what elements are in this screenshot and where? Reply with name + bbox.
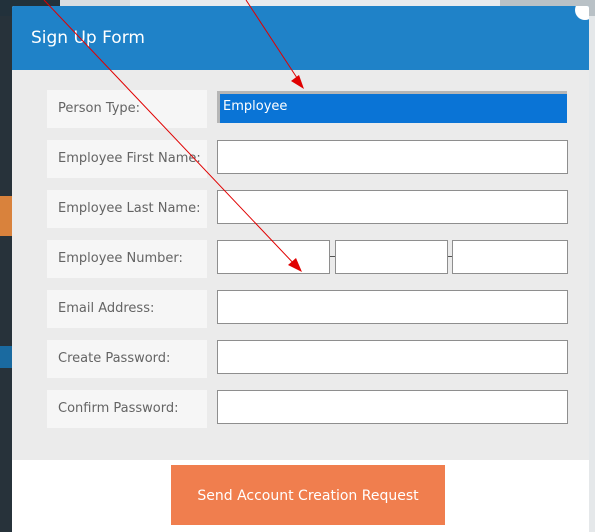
- person-type-select[interactable]: Employee: [217, 91, 567, 123]
- person-type-row: Person Type: Employee: [47, 90, 572, 128]
- email-label: Email Address:: [47, 290, 207, 328]
- password-row: Create Password:: [47, 340, 572, 378]
- confirm-password-input[interactable]: [217, 390, 568, 424]
- confirm-password-row: Confirm Password:: [47, 390, 572, 428]
- password-label: Create Password:: [47, 340, 207, 378]
- last-name-label: Employee Last Name:: [47, 190, 207, 228]
- employee-number-segment-2[interactable]: [335, 240, 448, 274]
- email-row: Email Address:: [47, 290, 572, 328]
- first-name-row: Employee First Name:: [47, 140, 572, 178]
- employee-number-segment-3[interactable]: [452, 240, 568, 274]
- modal-title: Sign Up Form: [31, 28, 145, 48]
- last-name-input[interactable]: [217, 190, 568, 224]
- password-input[interactable]: [217, 340, 568, 374]
- employee-number-label: Employee Number:: [47, 240, 207, 278]
- first-name-label: Employee First Name:: [47, 140, 207, 178]
- background-right-edge: [589, 16, 595, 532]
- first-name-input[interactable]: [217, 140, 568, 174]
- employee-number-row: Employee Number:: [47, 240, 572, 278]
- modal-header: Sign Up Form: [12, 6, 589, 70]
- background-left-edge: [0, 16, 12, 532]
- confirm-password-label: Confirm Password:: [47, 390, 207, 428]
- form-body: Person Type: Employee Employee First Nam…: [12, 70, 589, 460]
- person-type-label: Person Type:: [47, 90, 207, 128]
- person-type-value: Employee: [223, 99, 288, 114]
- last-name-row: Employee Last Name:: [47, 190, 572, 228]
- employee-number-segment-1[interactable]: [217, 240, 330, 274]
- email-input[interactable]: [217, 290, 568, 324]
- sign-up-modal: Sign Up Form Person Type: Employee Emplo…: [12, 6, 589, 532]
- send-account-request-button[interactable]: Send Account Creation Request: [171, 465, 445, 525]
